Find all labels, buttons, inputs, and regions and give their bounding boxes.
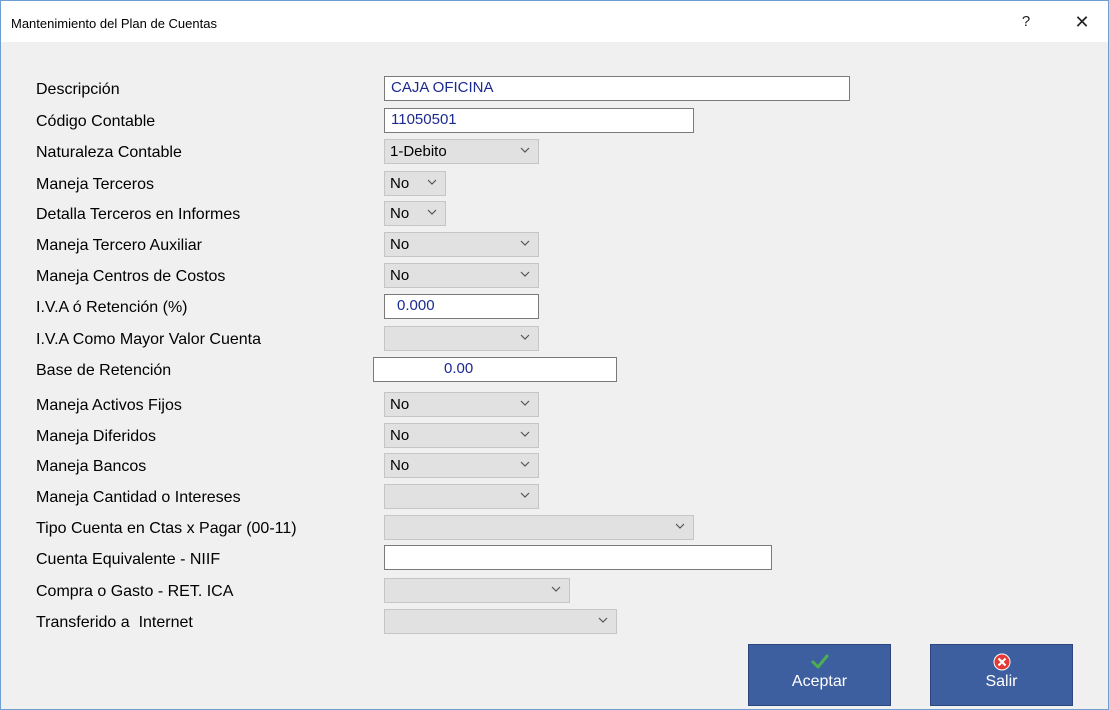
chevron-down-icon	[518, 330, 532, 344]
salir-button[interactable]: Salir	[930, 644, 1073, 706]
iva-retencion-input[interactable]: 0.000	[384, 294, 539, 319]
help-button[interactable]: ?	[1011, 9, 1041, 35]
maneja-centros-costos-value: No	[390, 267, 410, 284]
maneja-tercero-auxiliar-value: No	[390, 236, 410, 253]
maneja-bancos-select[interactable]: No	[384, 453, 539, 478]
chevron-down-icon	[518, 143, 532, 157]
maneja-tercero-auxiliar-select[interactable]: No	[384, 232, 539, 257]
detalla-terceros-label: Detalla Terceros en Informes	[36, 206, 241, 223]
maneja-tercero-auxiliar-label: Maneja Tercero Auxiliar	[36, 237, 203, 254]
base-retencion-input[interactable]: 0.00	[373, 357, 617, 382]
chevron-down-icon	[518, 396, 532, 410]
tipo-cuenta-ctas-pagar-label: Tipo Cuenta en Ctas x Pagar (00-11)	[36, 520, 297, 537]
descripcion-input[interactable]: CAJA OFICINA	[384, 76, 850, 101]
chevron-down-icon	[425, 205, 439, 219]
maneja-activos-fijos-label: Maneja Activos Fijos	[36, 397, 182, 414]
transferido-internet-label: Transferido a Internet	[36, 614, 193, 631]
chevron-down-icon	[596, 613, 610, 627]
detalla-terceros-value: No	[390, 205, 410, 222]
cuenta-equivalente-niif-label: Cuenta Equivalente - NIIF	[36, 551, 221, 568]
compra-gasto-ret-ica-select[interactable]	[384, 578, 570, 603]
chevron-down-icon	[518, 236, 532, 250]
salir-label: Salir	[985, 673, 1018, 690]
naturaleza-contable-value: 1-Debito	[390, 143, 447, 160]
cuenta-equivalente-niif-input[interactable]	[384, 545, 772, 570]
check-icon	[811, 653, 829, 671]
chevron-down-icon	[673, 519, 687, 533]
detalla-terceros-select[interactable]: No	[384, 201, 446, 226]
maneja-terceros-value: No	[390, 175, 410, 192]
base-retencion-label: Base de Retención	[36, 362, 172, 379]
maneja-cantidad-intereses-select[interactable]	[384, 484, 539, 509]
naturaleza-contable-label: Naturaleza Contable	[36, 144, 182, 161]
maneja-activos-fijos-select[interactable]: No	[384, 392, 539, 417]
maneja-diferidos-value: No	[390, 427, 410, 444]
window-title: Mantenimiento del Plan de Cuentas	[11, 16, 217, 31]
chevron-down-icon	[518, 457, 532, 471]
dialog-window: Mantenimiento del Plan de Cuentas ? ✕ De…	[0, 0, 1109, 710]
chevron-down-icon	[518, 427, 532, 441]
maneja-cantidad-intereses-label: Maneja Cantidad o Intereses	[36, 489, 241, 506]
transferido-internet-select[interactable]	[384, 609, 617, 634]
iva-mayor-valor-label: I.V.A Como Mayor Valor Cuenta	[36, 331, 261, 348]
maneja-bancos-label: Maneja Bancos	[36, 458, 147, 475]
chevron-down-icon	[518, 267, 532, 281]
maneja-terceros-select[interactable]: No	[384, 171, 446, 196]
chevron-down-icon	[425, 175, 439, 189]
aceptar-label: Aceptar	[791, 673, 848, 690]
naturaleza-contable-select[interactable]: 1-Debito	[384, 139, 539, 164]
maneja-activos-fijos-value: No	[390, 396, 410, 413]
aceptar-button[interactable]: Aceptar	[748, 644, 891, 706]
maneja-bancos-value: No	[390, 457, 410, 474]
cancel-icon	[993, 653, 1011, 671]
maneja-diferidos-select[interactable]: No	[384, 423, 539, 448]
compra-gasto-ret-ica-label: Compra o Gasto - RET. ICA	[36, 583, 234, 600]
maneja-centros-costos-label: Maneja Centros de Costos	[36, 268, 226, 285]
chevron-down-icon	[518, 488, 532, 502]
chevron-down-icon	[549, 582, 563, 596]
close-button[interactable]: ✕	[1067, 9, 1097, 35]
maneja-diferidos-label: Maneja Diferidos	[36, 428, 157, 445]
descripcion-label: Descripción	[36, 81, 120, 98]
tipo-cuenta-ctas-pagar-select[interactable]	[384, 515, 694, 540]
maneja-terceros-label: Maneja Terceros	[36, 176, 154, 193]
codigo-contable-input[interactable]: 11050501	[384, 108, 694, 133]
codigo-contable-label: Código Contable	[36, 113, 156, 130]
iva-retencion-label: I.V.A ó Retención (%)	[36, 299, 188, 316]
maneja-centros-costos-select[interactable]: No	[384, 263, 539, 288]
title-bar: Mantenimiento del Plan de Cuentas ? ✕	[1, 1, 1108, 42]
iva-mayor-valor-select[interactable]	[384, 326, 539, 351]
